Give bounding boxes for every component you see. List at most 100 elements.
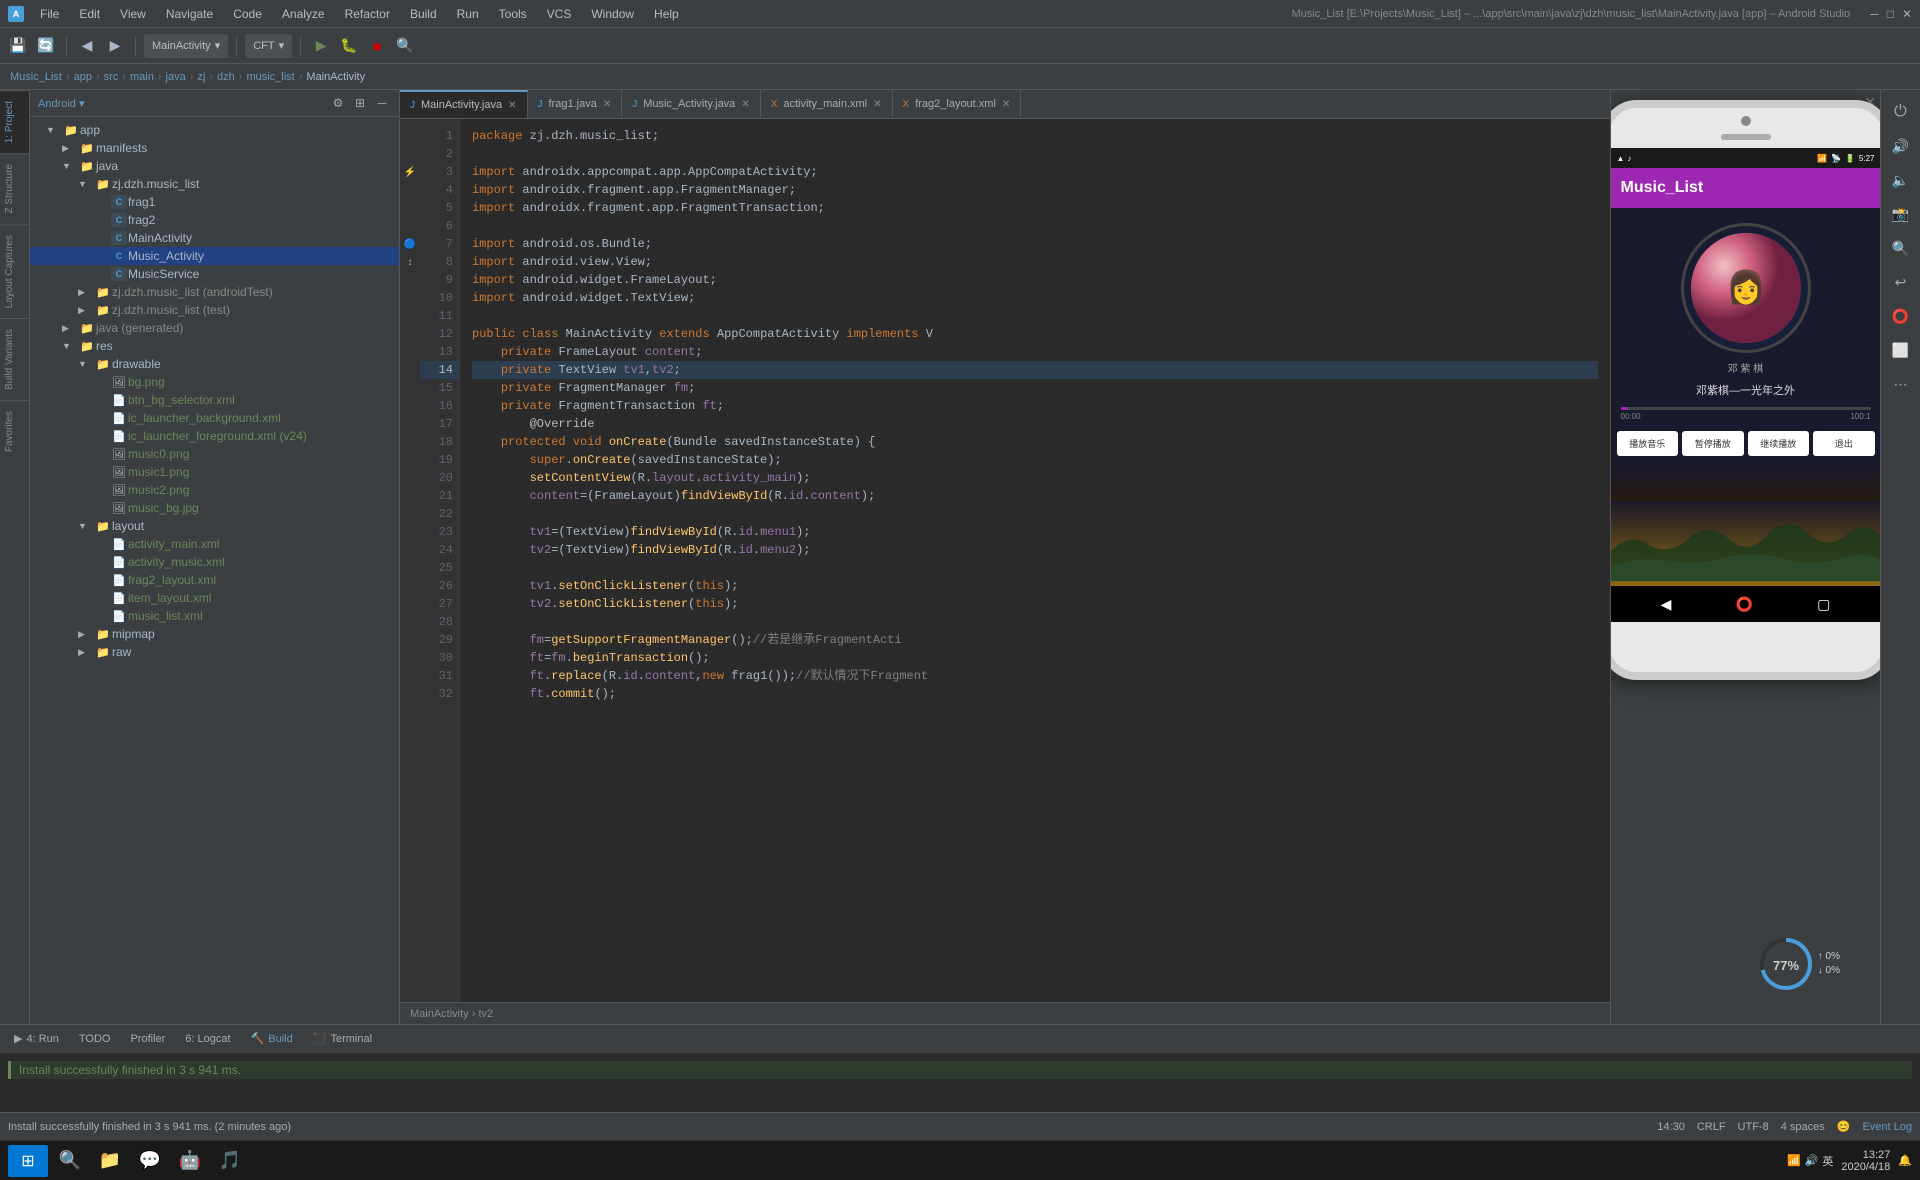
tree-item-layout[interactable]: ▼ 📁 layout: [30, 517, 399, 535]
tree-item-btn-bg[interactable]: 📄 btn_bg_selector.xml: [30, 391, 399, 409]
tree-item-ic-launcher-bg[interactable]: 📄 ic_launcher_background.xml: [30, 409, 399, 427]
taskbar-music[interactable]: 🎵: [212, 1143, 248, 1179]
menu-run[interactable]: Run: [453, 5, 483, 23]
structure-tab[interactable]: Z Structure: [0, 153, 29, 223]
tree-item-activity-music-xml[interactable]: 📄 activity_music.xml: [30, 553, 399, 571]
tree-item-java[interactable]: ▼ 📁 java: [30, 157, 399, 175]
menu-window[interactable]: Window: [587, 5, 638, 23]
close-button[interactable]: ✕: [1902, 7, 1912, 21]
stop-button[interactable]: ■: [365, 34, 389, 58]
exit-button[interactable]: 退出: [1813, 431, 1875, 456]
menu-view[interactable]: View: [116, 5, 150, 23]
menu-file[interactable]: File: [36, 5, 63, 23]
tab-close[interactable]: ✕: [873, 99, 881, 110]
tree-item-drawable[interactable]: ▼ 📁 drawable: [30, 355, 399, 373]
taskbar-file-explorer[interactable]: 📁: [92, 1143, 128, 1179]
save-all-button[interactable]: 💾: [6, 34, 30, 58]
captures-tab[interactable]: Layout Captures: [0, 224, 29, 318]
code-editor[interactable]: ⚡ 🔵 ↕ 123 456 789 101112 1314 151617 181…: [400, 119, 1610, 1002]
breadcrumb-dzh[interactable]: dzh: [217, 71, 235, 83]
tree-item-music-list-xml[interactable]: 📄 music_list.xml: [30, 607, 399, 625]
breadcrumb-main-activity[interactable]: MainActivity: [306, 71, 365, 83]
tab-close[interactable]: ✕: [741, 99, 749, 110]
favorites-tab[interactable]: Favorites: [0, 400, 29, 462]
tree-item-musicservice[interactable]: ▶ C MusicService: [30, 265, 399, 283]
breadcrumb-main[interactable]: main: [130, 71, 154, 83]
progress-bar[interactable]: [1621, 407, 1871, 410]
continue-button[interactable]: 继续播放: [1748, 431, 1810, 456]
taskbar-messenger[interactable]: 💬: [132, 1143, 168, 1179]
tree-item-item-layout[interactable]: 📄 item_layout.xml: [30, 589, 399, 607]
back-button[interactable]: ◀: [75, 34, 99, 58]
breadcrumb-src[interactable]: src: [104, 71, 119, 83]
tab-terminal[interactable]: ⬛ Terminal: [307, 1025, 378, 1053]
maximize-button[interactable]: □: [1887, 7, 1894, 21]
run-config-dropdown[interactable]: MainActivity ▾: [144, 34, 228, 58]
tree-item-raw[interactable]: ▶ 📁 raw: [30, 643, 399, 661]
tree-item-zj-dzh[interactable]: ▼ 📁 zj.dzh.music_list: [30, 175, 399, 193]
forward-button[interactable]: ▶: [103, 34, 127, 58]
cft-dropdown[interactable]: CFT ▾: [245, 34, 292, 58]
run-button[interactable]: ▶: [309, 34, 333, 58]
sidebar-settings-btn[interactable]: ⚙: [329, 94, 347, 112]
volume-down-button[interactable]: 🔈: [1887, 166, 1915, 194]
minimize-button[interactable]: ─: [1870, 7, 1879, 21]
menu-navigate[interactable]: Navigate: [162, 5, 217, 23]
tab-run[interactable]: ▶ 4: Run: [8, 1025, 65, 1053]
notification-icon[interactable]: 🔔: [1898, 1154, 1912, 1167]
menu-vcs[interactable]: VCS: [543, 5, 576, 23]
event-log-button[interactable]: Event Log: [1862, 1121, 1912, 1133]
play-music-button[interactable]: 播放音乐: [1617, 431, 1679, 456]
tree-item-music-bg[interactable]: 🖼 music_bg.jpg: [30, 499, 399, 517]
tree-item-activity-main-xml[interactable]: 📄 activity_main.xml: [30, 535, 399, 553]
taskbar-android-studio[interactable]: 🤖: [172, 1143, 208, 1179]
breadcrumb-music-list-pkg[interactable]: music_list: [246, 71, 294, 83]
tree-item-music-activity[interactable]: ▶ C Music_Activity: [30, 247, 399, 265]
debug-button[interactable]: 🐛: [337, 34, 361, 58]
tree-item-app[interactable]: ▼ 📁 app: [30, 121, 399, 139]
tree-item-mipmap[interactable]: ▶ 📁 mipmap: [30, 625, 399, 643]
code-content[interactable]: package zj.dzh.music_list; import androi…: [460, 119, 1610, 1002]
search-everywhere-button[interactable]: 🔍: [393, 34, 417, 58]
tab-frag2-layout[interactable]: X frag2_layout.xml ✕: [893, 90, 1022, 118]
tab-close[interactable]: ✕: [603, 99, 611, 110]
pause-button[interactable]: 暂停播放: [1682, 431, 1744, 456]
tab-close[interactable]: ✕: [1002, 99, 1010, 110]
more-options-button[interactable]: ⋯: [1887, 370, 1915, 398]
tree-item-music1[interactable]: 🖼 music1.png: [30, 463, 399, 481]
start-button[interactable]: ⊞: [8, 1145, 48, 1177]
home-nav-button[interactable]: ⭕: [1887, 302, 1915, 330]
tree-item-test[interactable]: ▶ 📁 zj.dzh.music_list (test): [30, 301, 399, 319]
tab-close[interactable]: ✕: [508, 100, 516, 111]
tree-item-music0[interactable]: 🖼 music0.png: [30, 445, 399, 463]
tree-item-androidtest[interactable]: ▶ 📁 zj.dzh.music_list (androidTest): [30, 283, 399, 301]
volume-up-button[interactable]: 🔊: [1887, 132, 1915, 160]
taskbar-search[interactable]: 🔍: [52, 1143, 88, 1179]
tree-item-manifests[interactable]: ▶ 📁 manifests: [30, 139, 399, 157]
tab-todo[interactable]: TODO: [73, 1025, 117, 1053]
tree-item-res[interactable]: ▼ 📁 res: [30, 337, 399, 355]
tree-item-frag1[interactable]: ▶ C frag1: [30, 193, 399, 211]
menu-build[interactable]: Build: [406, 5, 441, 23]
breadcrumb-music-list[interactable]: Music_List: [10, 71, 62, 83]
tab-build[interactable]: 🔨 Build: [245, 1025, 299, 1053]
sync-button[interactable]: 🔄: [34, 34, 58, 58]
back-nav-button[interactable]: ↩: [1887, 268, 1915, 296]
tab-logcat[interactable]: 6: Logcat: [179, 1025, 236, 1053]
breadcrumb-zj[interactable]: zj: [197, 71, 205, 83]
breadcrumb-app[interactable]: app: [74, 71, 92, 83]
tree-item-java-generated[interactable]: ▶ 📁 java (generated): [30, 319, 399, 337]
home-nav-icon[interactable]: ⭕: [1736, 596, 1753, 613]
sidebar-minimize-btn[interactable]: ─: [373, 94, 391, 112]
tree-item-frag2[interactable]: ▶ C frag2: [30, 211, 399, 229]
menu-edit[interactable]: Edit: [75, 5, 104, 23]
tree-item-music2[interactable]: 🖼 music2.png: [30, 481, 399, 499]
menu-refactor[interactable]: Refactor: [341, 5, 394, 23]
sidebar-layout-btn[interactable]: ⊞: [351, 94, 369, 112]
tree-item-mainactivity[interactable]: ▶ C MainActivity: [30, 229, 399, 247]
tab-frag1[interactable]: J frag1.java ✕: [528, 90, 623, 118]
menu-help[interactable]: Help: [650, 5, 683, 23]
variants-tab[interactable]: Build Variants: [0, 318, 29, 400]
android-dropdown[interactable]: Android ▾: [38, 97, 85, 110]
rotate-button[interactable]: 📸: [1887, 200, 1915, 228]
